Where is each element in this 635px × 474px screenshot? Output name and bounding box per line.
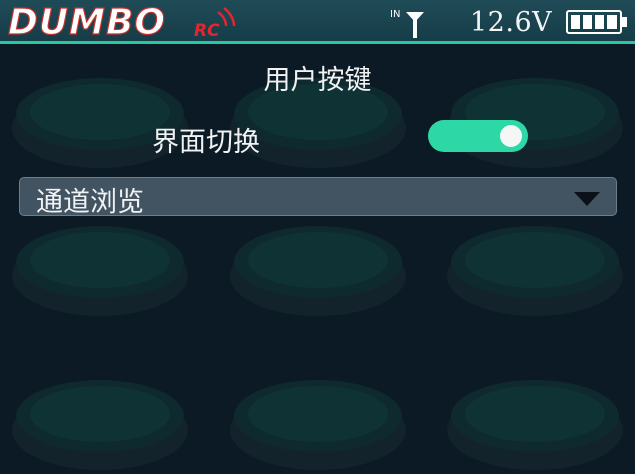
dropdown-selected-value: 通道浏览 [36, 187, 144, 218]
triangle-down-icon [574, 192, 600, 206]
dumbo-rc-logo: DUMBO RC [7, 2, 236, 42]
antenna-icon: IN [390, 9, 424, 38]
logo-subtext: RC [194, 21, 220, 41]
toggle-label: 界面切换 [152, 127, 260, 158]
battery-full-icon [566, 10, 627, 34]
antenna-label: IN [390, 9, 400, 20]
logo-text: DUMBO [8, 2, 166, 42]
interface-switch-toggle[interactable] [428, 120, 528, 152]
toggle-knob [500, 125, 522, 147]
battery-voltage: 12.6V [470, 7, 553, 38]
status-bar: DUMBO RC IN 12.6V [0, 0, 635, 44]
page-title: 用户按键 [263, 65, 372, 96]
channel-view-dropdown[interactable]: 通道浏览 [19, 177, 617, 218]
background-pads [12, 78, 623, 470]
